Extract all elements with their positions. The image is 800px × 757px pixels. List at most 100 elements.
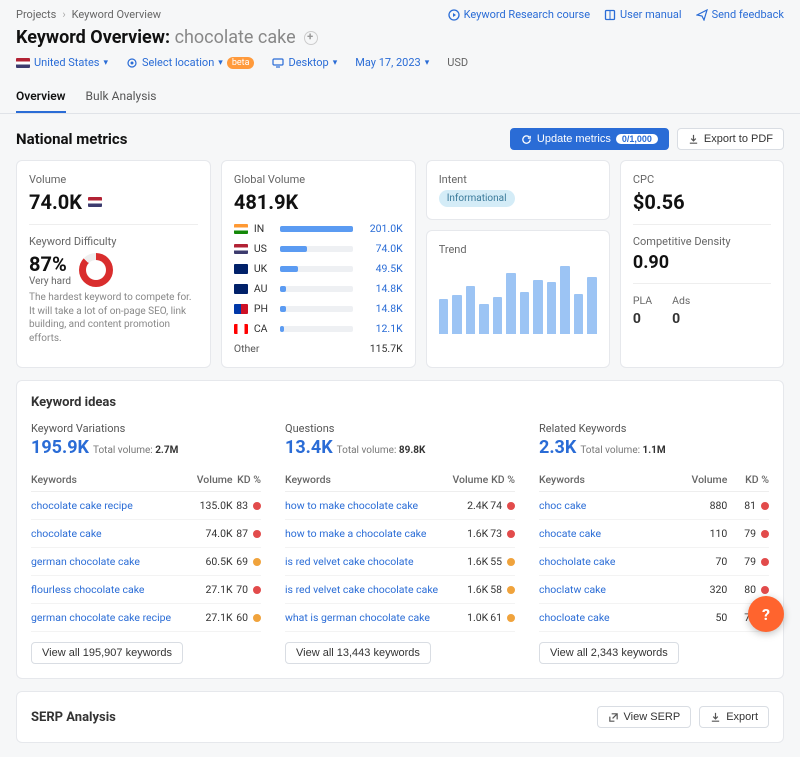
keyword-link[interactable]: is red velvet cake chocolate <box>285 555 414 568</box>
table-row: choc cake88081 <box>539 492 769 520</box>
keyword-link[interactable]: chocolate cake <box>31 527 102 540</box>
pla-value: 0 <box>633 311 652 327</box>
tab-overview[interactable]: Overview <box>16 81 66 113</box>
page-title: Keyword Overview: chocolate cake <box>16 27 784 48</box>
gv-row: UK49.5K <box>234 262 403 275</box>
keyword-link[interactable]: chocate cake <box>539 527 601 540</box>
keyword-link[interactable]: chocloate cake <box>539 611 610 624</box>
gv-row: CA12.1K <box>234 322 403 335</box>
kd-desc: The hardest keyword to compete for. It w… <box>29 291 198 345</box>
flag-uk-icon <box>234 264 248 274</box>
device-select[interactable]: Desktop▾ <box>272 56 337 69</box>
table-row: is red velvet cake chocolate cake1.6K58 <box>285 576 515 604</box>
kd-dot-icon <box>507 558 515 566</box>
kd-value: 87% <box>29 252 71 276</box>
serp-export-button[interactable]: Export <box>699 706 769 728</box>
export-pdf-button[interactable]: Export to PDF <box>677 128 784 150</box>
keyword-link[interactable]: flourless chocolate cake <box>31 583 144 596</box>
gv-row: IN201.0K <box>234 222 403 235</box>
breadcrumb-root[interactable]: Projects <box>16 8 56 21</box>
trend-card: Trend <box>426 230 610 368</box>
feedback-link[interactable]: Send feedback <box>696 8 784 21</box>
flag-ca-icon <box>234 324 248 334</box>
ads-label: Ads <box>672 294 690 307</box>
chevron-down-icon: ▾ <box>218 58 223 68</box>
ideas-variations: Keyword Variations 195.9KTotal volume: 2… <box>31 422 261 664</box>
keyword-link[interactable]: what is german chocolate cake <box>285 611 430 624</box>
kd-dot-icon <box>761 502 769 510</box>
gv-label: Global Volume <box>234 173 403 186</box>
add-keyword-icon[interactable] <box>304 31 318 45</box>
keyword-link[interactable]: is red velvet cake chocolate cake <box>285 583 438 596</box>
serp-card: SERP Analysis View SERP Export <box>16 691 784 743</box>
top-links: Keyword Research course User manual Send… <box>448 8 784 21</box>
flag-us-icon <box>88 197 102 207</box>
keyword-link[interactable]: chocholate cake <box>539 555 615 568</box>
keyword-link[interactable]: how to make chocolate cake <box>285 499 418 512</box>
kd-dot-icon <box>761 530 769 538</box>
help-fab[interactable]: ? <box>748 596 784 632</box>
external-icon <box>608 712 619 723</box>
kd-label: Keyword Difficulty <box>29 235 198 248</box>
table-row: chocholate cake7079 <box>539 548 769 576</box>
date-select[interactable]: May 17, 2023▾ <box>355 56 429 69</box>
gv-row: US74.0K <box>234 242 403 255</box>
table-row: chocolate cake74.0K87 <box>31 520 261 548</box>
ideas-questions: Questions 13.4KTotal volume: 89.8K Keywo… <box>285 422 515 664</box>
volume-label: Volume <box>29 173 198 186</box>
table-row: choclatw cake32080 <box>539 576 769 604</box>
section-title: National metrics <box>16 130 127 148</box>
kd-dot-icon <box>761 558 769 566</box>
table-row: how to make chocolate cake2.4K74 <box>285 492 515 520</box>
keyword-link[interactable]: how to make a chocolate cake <box>285 527 426 540</box>
viewall-button[interactable]: View all 195,907 keywords <box>31 642 183 664</box>
country-select[interactable]: United States▾ <box>16 56 108 69</box>
desktop-icon <box>272 57 284 69</box>
cd-value: 0.90 <box>633 252 771 273</box>
refresh-icon <box>521 134 532 145</box>
ideas-related: Related Keywords 2.3KTotal volume: 1.1M … <box>539 422 769 664</box>
serp-title: SERP Analysis <box>31 710 116 725</box>
table-row: is red velvet cake chocolate1.6K55 <box>285 548 515 576</box>
gv-other-value: 115.7K <box>370 342 403 355</box>
tab-bulk[interactable]: Bulk Analysis <box>86 81 157 113</box>
manual-link[interactable]: User manual <box>604 8 682 21</box>
kd-dot-icon <box>761 586 769 594</box>
update-metrics-button[interactable]: Update metrics 0/1,000 <box>510 128 669 150</box>
kd-dot-icon <box>507 530 515 538</box>
breadcrumb-current: Keyword Overview <box>72 8 161 21</box>
keyword-link[interactable]: chocolate cake recipe <box>31 499 133 512</box>
kd-dot-icon <box>507 586 515 594</box>
keyword-link[interactable]: choc cake <box>539 499 586 512</box>
download-icon <box>710 712 721 723</box>
table-row: chocolate cake recipe135.0K83 <box>31 492 261 520</box>
toolbar: United States▾ Select location▾beta Desk… <box>16 56 784 69</box>
viewall-button[interactable]: View all 2,343 keywords <box>539 642 679 664</box>
table-row: how to make a chocolate cake1.6K73 <box>285 520 515 548</box>
course-link[interactable]: Keyword Research course <box>448 8 590 21</box>
book-icon <box>604 9 616 21</box>
kd-dot-icon <box>507 614 515 622</box>
table-row: german chocolate cake60.5K69 <box>31 548 261 576</box>
table-row: german chocolate cake recipe27.1K60 <box>31 604 261 632</box>
volume-value: 74.0K <box>29 190 82 214</box>
keyword-link[interactable]: choclatw cake <box>539 583 606 596</box>
keyword-link[interactable]: german chocolate cake recipe <box>31 611 171 624</box>
table-row: chocloate cake5079 <box>539 604 769 632</box>
cpc-value: $0.56 <box>633 190 771 214</box>
kd-dot-icon <box>507 502 515 510</box>
view-serp-button[interactable]: View SERP <box>597 706 692 728</box>
chevron-down-icon: ▾ <box>425 58 430 68</box>
kd-dot-icon <box>253 586 261 594</box>
flag-us-icon <box>16 58 30 68</box>
keyword-link[interactable]: german chocolate cake <box>31 555 140 568</box>
beta-badge: beta <box>227 57 255 69</box>
flag-au-icon <box>234 284 248 294</box>
kd-dot-icon <box>253 558 261 566</box>
viewall-button[interactable]: View all 13,443 keywords <box>285 642 431 664</box>
gv-value: 481.9K <box>234 190 403 214</box>
tabs: Overview Bulk Analysis <box>0 81 800 114</box>
keyword: chocolate cake <box>175 27 296 48</box>
gv-row: AU14.8K <box>234 282 403 295</box>
location-select[interactable]: Select location▾beta <box>126 56 254 69</box>
